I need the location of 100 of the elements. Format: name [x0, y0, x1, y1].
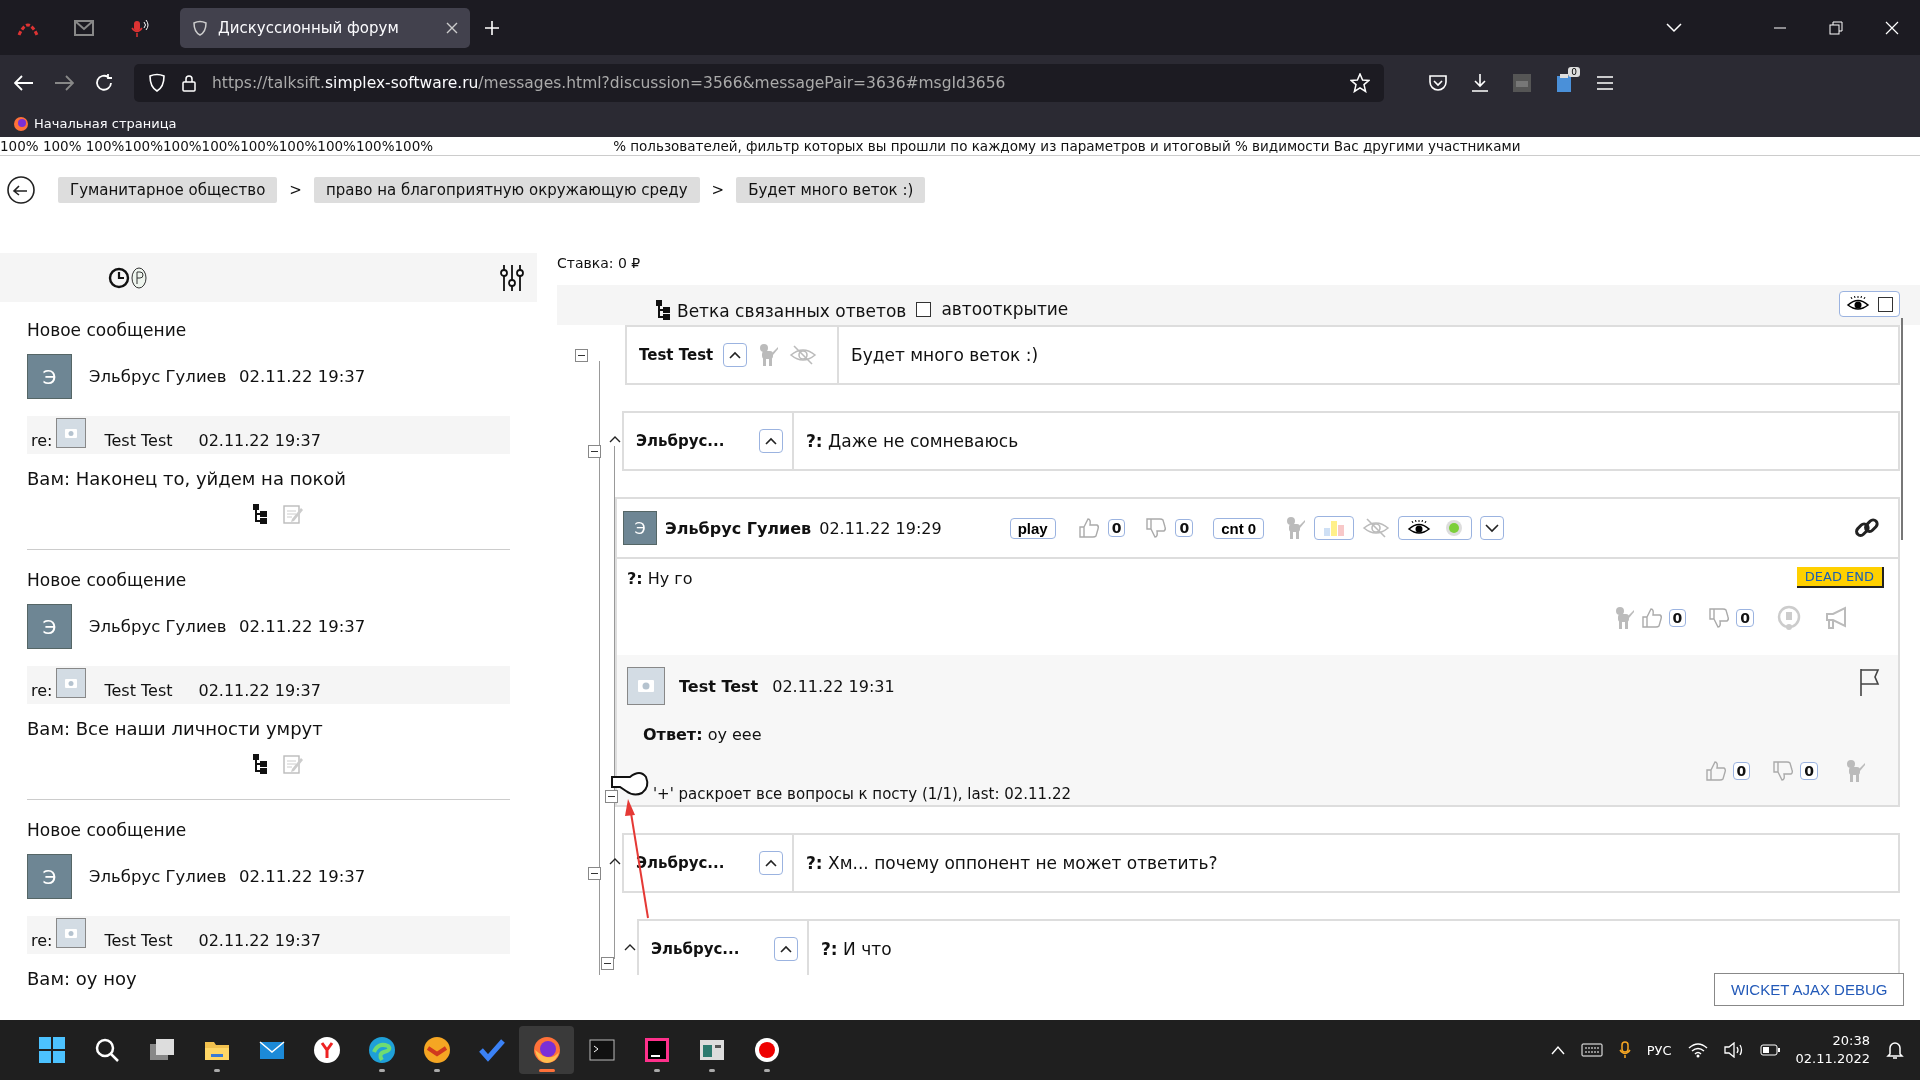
fox-icon[interactable] — [532, 1036, 561, 1064]
collapse-button[interactable] — [759, 851, 783, 875]
flag-icon[interactable] — [1858, 667, 1880, 697]
dropdown-button[interactable] — [1480, 516, 1505, 540]
percent-row: 100% 100% 100%100%100%100%100%100%100%100%100% — [0, 137, 434, 155]
forward-icon — [54, 73, 74, 92]
author-name[interactable]: Эльбрус Гулиев — [89, 617, 239, 636]
clock-icon[interactable] — [108, 266, 130, 289]
question-text: ?: Даже не сомневаюсь — [805, 430, 1019, 453]
pocket-icon[interactable] — [1428, 73, 1448, 92]
dislike-count: 0 — [1736, 609, 1754, 627]
microphone-icon[interactable] — [1618, 1041, 1631, 1059]
author-name[interactable]: Test Test — [679, 676, 759, 696]
message-text: Вам: оу ноу — [27, 968, 138, 989]
checkbox[interactable] — [916, 302, 932, 317]
breadcrumb[interactable]: право на благоприятную окружающую среду — [313, 177, 700, 203]
star-icon[interactable] — [1350, 72, 1370, 93]
thumbs-up-icon — [1704, 760, 1727, 782]
caret-up-icon — [780, 945, 792, 953]
status-label: DEAD END — [1796, 567, 1884, 588]
coin-icon[interactable] — [130, 265, 148, 290]
address-bar[interactable]: https://talksift.simplex-software.ru/messages.html?discussion=3566&messagePair=3636#msgId3656 — [134, 63, 1384, 102]
running-indicator — [538, 1069, 555, 1072]
post-text: ?: Ну го — [627, 569, 693, 588]
hidden-eye-icon — [1362, 517, 1391, 539]
battery-icon[interactable] — [1759, 1044, 1780, 1056]
message-time: 02.11.22 19:37 — [239, 367, 366, 386]
notification-icon[interactable] — [1886, 1040, 1904, 1060]
visibility-button[interactable] — [1398, 516, 1473, 540]
running-indicator — [213, 1069, 220, 1072]
collapse-button[interactable] — [774, 937, 798, 961]
volume-icon[interactable] — [1723, 1042, 1744, 1058]
caret-up-icon[interactable] — [609, 857, 621, 865]
collapse-toggle[interactable] — [588, 867, 601, 880]
author-name[interactable]: Эльбрус Гулиев — [89, 867, 239, 886]
record-icon[interactable] — [752, 1036, 781, 1064]
collapse-toggle[interactable] — [575, 349, 588, 362]
shield-icon — [148, 72, 166, 93]
download-icon[interactable] — [1470, 72, 1490, 93]
app-icon[interactable] — [422, 1036, 451, 1064]
start-icon[interactable] — [37, 1036, 66, 1064]
collapse-button[interactable] — [759, 429, 783, 453]
collapse-button[interactable] — [723, 343, 748, 367]
bookmark[interactable]: Начальная страница — [34, 116, 177, 131]
breadcrumb-separator: > — [711, 181, 725, 199]
app-icon[interactable] — [312, 1036, 341, 1064]
swirl-icon[interactable] — [367, 1036, 396, 1064]
menu-icon[interactable] — [1596, 75, 1614, 90]
author-name[interactable]: Эльбрус... — [651, 940, 756, 958]
sliders-icon[interactable] — [499, 263, 525, 292]
extension-icon[interactable] — [1512, 72, 1532, 93]
breadcrumb-separator: > — [289, 181, 302, 199]
language-indicator[interactable]: РУС — [1646, 1042, 1672, 1058]
clipboard-icon[interactable] — [1554, 72, 1574, 93]
reply-quote[interactable]: re: Test Test 02.11.22 19:37 — [27, 916, 510, 954]
restore-icon[interactable] — [1829, 20, 1843, 35]
microphone-icon[interactable] — [129, 17, 151, 38]
reload-icon[interactable] — [94, 72, 114, 93]
plus-icon[interactable] — [484, 19, 500, 36]
show-all-toggle[interactable] — [1839, 291, 1900, 317]
count-button[interactable]: cnt 0 — [1213, 517, 1265, 539]
message-time: 02.11.22 19:37 — [239, 617, 366, 636]
ide-icon[interactable] — [642, 1036, 671, 1064]
author-name[interactable]: Эльбрус Гулиев — [89, 367, 239, 386]
clock-date[interactable]: 02.11.2022 — [1795, 1050, 1870, 1068]
terminal-icon[interactable] — [587, 1036, 616, 1064]
clock-time[interactable]: 20:38 — [1832, 1032, 1870, 1050]
collapse-toggle[interactable] — [605, 790, 618, 803]
reply-quote[interactable]: re: Test Test 02.11.22 19:37 — [27, 666, 510, 704]
reply-label: re: — [31, 431, 53, 450]
thumbs-up-icon — [1640, 607, 1663, 629]
chevron-down-icon[interactable] — [1666, 22, 1682, 33]
running-indicator — [378, 1069, 385, 1072]
debug-button[interactable]: WICKET AJAX DEBUG — [1714, 973, 1905, 1006]
collapse-toggle[interactable] — [601, 957, 614, 970]
fox-icon — [14, 116, 28, 131]
author-name[interactable]: Test Test — [639, 346, 714, 364]
reply-author: Test Test — [104, 681, 174, 700]
reply-quote[interactable]: re: Test Test 02.11.22 19:37 — [27, 416, 510, 454]
close-icon[interactable] — [446, 21, 458, 34]
breadcrumb[interactable]: Гуманитарное общество — [58, 177, 278, 203]
keyboard-icon[interactable] — [1580, 1043, 1603, 1057]
thumbs-down-icon — [1708, 607, 1731, 629]
browser-tab[interactable]: Дискуссионный форум — [180, 7, 470, 48]
collapse-toggle[interactable] — [588, 445, 601, 458]
question-text: ?: И что — [820, 938, 892, 961]
eye-icon — [1846, 295, 1870, 313]
bars-icon — [1323, 519, 1346, 537]
scrollbar[interactable] — [1901, 318, 1903, 540]
caret-up-icon[interactable] — [624, 943, 636, 951]
expand-hint: '+' раскроет все вопросы к посту (1/1), last: 02.11.22 — [653, 785, 1071, 803]
caret-up-icon[interactable] — [609, 435, 621, 443]
author-name[interactable]: Эльбрус... — [636, 432, 741, 450]
chevron-up-icon[interactable] — [1550, 1045, 1565, 1055]
wifi-icon[interactable] — [1687, 1042, 1708, 1058]
author-name[interactable]: Эльбрус Гулиев — [665, 518, 812, 538]
breadcrumb[interactable]: Будет много веток :) — [736, 177, 926, 203]
camera-avatar-icon — [56, 918, 87, 948]
play-button[interactable]: play — [1009, 517, 1056, 539]
back-icon[interactable] — [6, 175, 36, 205]
